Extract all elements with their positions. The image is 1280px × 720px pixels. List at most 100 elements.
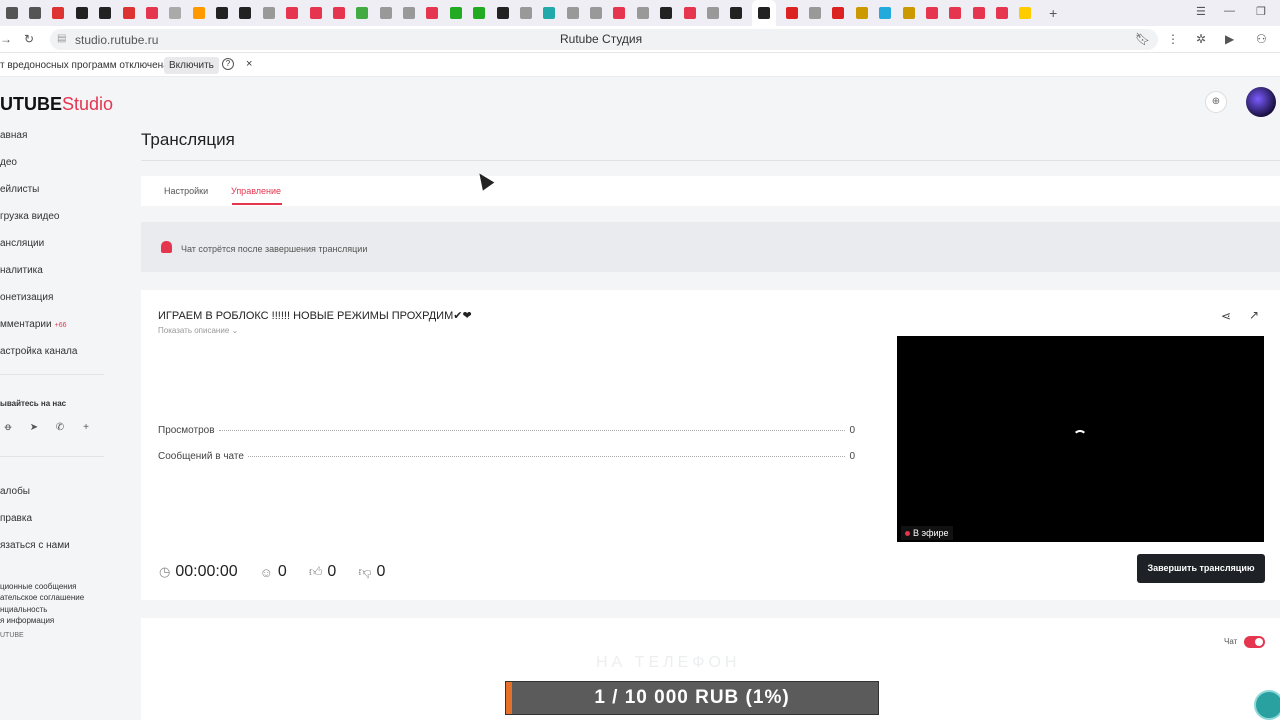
browser-tab-favicon-icon[interactable] (286, 7, 299, 19)
tab-manage[interactable]: Управление (231, 186, 281, 196)
enable-button[interactable]: Включить (164, 57, 219, 74)
browser-tab-favicon-icon[interactable] (683, 7, 696, 19)
sidebar-item-label: правка (0, 513, 33, 524)
sidebar-item[interactable]: онетизация (0, 290, 120, 317)
browser-tab-favicon-icon[interactable] (543, 7, 556, 19)
browser-tab-favicon-icon[interactable] (169, 7, 182, 19)
browser-tab-favicon-icon[interactable] (145, 7, 158, 19)
support-chat-icon[interactable] (1254, 690, 1280, 720)
browser-tab-favicon-icon[interactable] (29, 7, 42, 19)
chat-toggle[interactable] (1244, 636, 1265, 648)
browser-tab-favicon-icon[interactable] (332, 7, 345, 19)
rutube-studio-logo[interactable]: UTUBEStudio (0, 94, 113, 115)
sidebar-item[interactable]: правка (0, 511, 70, 538)
new-tab-icon[interactable]: + (1049, 5, 1057, 21)
stat-value: 0 (849, 451, 855, 462)
browser-tab-favicon-icon[interactable] (902, 7, 915, 19)
lock-icon[interactable]: ▤ (57, 33, 66, 44)
browser-tab-favicon-icon[interactable] (99, 7, 112, 19)
browser-tab-favicon-icon[interactable] (473, 7, 486, 19)
browser-tab-favicon-icon[interactable] (590, 7, 603, 19)
browser-tab-favicon-icon[interactable] (426, 7, 439, 19)
browser-tab-favicon-icon[interactable] (879, 7, 892, 19)
browser-tab-favicon-icon[interactable] (403, 7, 416, 19)
minimize-icon[interactable]: — (1224, 5, 1235, 17)
sidebar-item[interactable]: грузка видео (0, 209, 120, 236)
browser-tab-favicon-icon[interactable] (449, 7, 462, 19)
browser-tab-favicon-icon[interactable] (75, 7, 88, 19)
browser-tab-favicon-icon[interactable] (785, 7, 798, 19)
external-link-icon[interactable]: ↗ (1249, 308, 1259, 322)
sidebar-item[interactable]: налитика (0, 263, 120, 290)
legal-link[interactable]: нциальность (0, 604, 84, 615)
sidebar-item[interactable]: язаться с нами (0, 538, 70, 565)
browser-tab-favicon-icon[interactable] (832, 7, 845, 19)
plus-icon[interactable]: + (78, 420, 94, 436)
bookmark-icon[interactable]: 🔖︎ (1135, 32, 1150, 46)
close-icon[interactable]: × (246, 58, 252, 70)
browser-tab-favicon-icon[interactable] (122, 7, 135, 19)
menu-dots-icon[interactable]: ⋮ (1167, 32, 1179, 46)
sidebar-item[interactable]: астройка канала (0, 344, 120, 371)
sidebar-item[interactable]: део (0, 155, 120, 182)
browser-tab-favicon-icon[interactable] (192, 7, 205, 19)
browser-tab-favicon-icon[interactable] (52, 7, 65, 19)
tab-list-icon[interactable]: ☰ (1196, 5, 1206, 18)
donation-goal-bar: 1 / 10 000 RUB (1%) (505, 681, 879, 715)
show-description-link[interactable]: Показать описание ⌄ (158, 326, 238, 335)
restore-icon[interactable]: ❐ (1256, 5, 1266, 18)
viber-icon[interactable]: ✆ (52, 420, 68, 436)
legal-link[interactable]: ционные сообщения (0, 581, 84, 592)
browser-tab-favicon-icon[interactable] (262, 7, 275, 19)
upload-icon[interactable]: ⊕ (1205, 91, 1227, 113)
legal-link[interactable]: ательское соглашение (0, 592, 84, 603)
back-icon[interactable]: → (0, 32, 12, 46)
dislikes: 👎︎ 0 (358, 563, 385, 581)
legal-link[interactable]: я информация (0, 615, 84, 626)
browser-tab-favicon-icon[interactable] (706, 7, 719, 19)
tab-settings[interactable]: Настройки (164, 186, 208, 196)
browser-tab-favicon-icon[interactable] (613, 7, 626, 19)
browser-tab-favicon-icon[interactable] (496, 7, 509, 19)
sidebar-item[interactable]: алобы (0, 484, 70, 511)
browser-tab-favicon-icon[interactable] (925, 7, 938, 19)
share-icon[interactable]: ⋖ (1221, 309, 1231, 323)
browser-tab-favicon-icon[interactable] (972, 7, 985, 19)
sidebar-item[interactable]: ейлисты (0, 182, 120, 209)
browser-tab-favicon-icon[interactable] (636, 7, 649, 19)
dislikes-value: 0 (376, 563, 386, 580)
browser-tab-favicon-icon[interactable] (309, 7, 322, 19)
browser-tab-favicon-icon[interactable] (5, 7, 18, 19)
browser-tab-favicon-icon[interactable] (356, 7, 369, 19)
browser-tab-favicon-icon[interactable] (519, 7, 532, 19)
media-icon[interactable]: ▶ (1225, 32, 1234, 46)
url-text[interactable]: studio.rutube.ru (75, 33, 158, 47)
video-player[interactable]: В эфире (897, 336, 1264, 542)
sidebar-item-label: грузка видео (0, 211, 60, 222)
ok-icon[interactable]: ꝋ (0, 420, 16, 436)
browser-tab-favicon-icon[interactable] (239, 7, 252, 19)
sidebar-item[interactable]: мментарии +66 (0, 317, 120, 344)
sidebar-item[interactable]: авная (0, 128, 120, 155)
browser-tab-favicon-icon[interactable] (379, 7, 392, 19)
telegram-icon[interactable]: ➤ (26, 420, 42, 436)
browser-tab-active[interactable] (752, 0, 776, 26)
browser-tab-favicon-icon[interactable] (949, 7, 962, 19)
help-icon[interactable]: ? (222, 58, 234, 70)
browser-tab-favicon-icon[interactable] (216, 7, 229, 19)
avatar[interactable] (1246, 87, 1276, 117)
viewers: ☺ 0 (260, 563, 287, 581)
browser-tab-favicon-icon[interactable] (566, 7, 579, 19)
live-badge: В эфире (901, 526, 953, 540)
browser-tab-favicon-icon[interactable] (730, 7, 743, 19)
end-stream-button[interactable]: Завершить трансляцию (1137, 554, 1265, 583)
extensions-icon[interactable]: ✲ (1196, 32, 1206, 46)
browser-tab-favicon-icon[interactable] (660, 7, 673, 19)
browser-tab-favicon-icon[interactable] (1019, 7, 1032, 19)
sidebar-item[interactable]: ансляции (0, 236, 120, 263)
browser-tab-favicon-icon[interactable] (996, 7, 1009, 19)
sidepanel-icon[interactable]: ⚇ (1256, 32, 1267, 46)
browser-tab-favicon-icon[interactable] (855, 7, 868, 19)
reload-icon[interactable]: ↻ (24, 32, 34, 46)
browser-tab-favicon-icon[interactable] (809, 7, 822, 19)
